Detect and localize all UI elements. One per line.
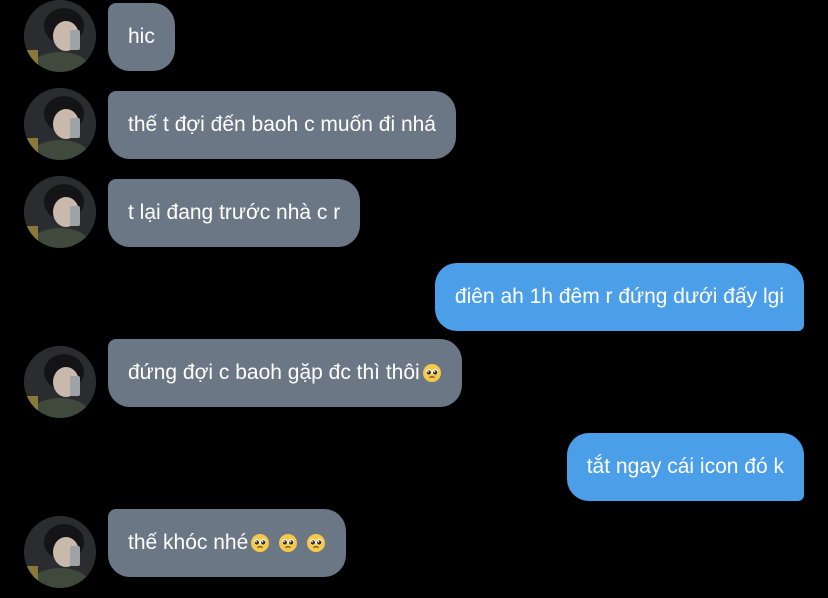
message-bubble[interactable]: thế t đợi đến baoh c muốn đi nhá — [108, 91, 456, 159]
pleading-face-icon — [250, 533, 270, 553]
avatar[interactable] — [24, 88, 96, 160]
pleading-face-icon — [422, 363, 442, 383]
message-text: thế khóc nhé — [128, 531, 249, 554]
message-text: hic — [128, 25, 155, 48]
message-bubble[interactable]: đứng đợi c baoh gặp đc thì thôi — [108, 339, 462, 407]
pleading-face-icon — [278, 533, 298, 553]
message-bubble[interactable]: hic — [108, 3, 175, 71]
message-text: thế t đợi đến baoh c muốn đi nhá — [128, 113, 436, 136]
message-text: điên ah 1h đêm r đứng dưới đấy lgi — [454, 285, 784, 308]
message-bubble[interactable]: thế khóc nhé — [108, 509, 347, 577]
avatar[interactable] — [24, 0, 96, 72]
avatar[interactable] — [24, 516, 96, 588]
message-text: t lại đang trước nhà c r — [128, 201, 341, 224]
chat-thread: hic thế t đợi đến baoh c muốn đi nhá t l… — [0, 0, 828, 598]
profile-photo-icon — [24, 346, 96, 418]
avatar[interactable] — [24, 346, 96, 418]
message-text: tắt ngay cái icon đó k — [586, 455, 784, 478]
pleading-face-icon — [306, 533, 326, 553]
message-text: đứng đợi c baoh gặp đc thì thôi — [128, 361, 420, 384]
message-bubble[interactable]: điên ah 1h đêm r đứng dưới đấy lgi — [434, 263, 804, 331]
message-bubble[interactable]: t lại đang trước nhà c r — [108, 179, 361, 247]
profile-photo-icon — [24, 0, 96, 72]
profile-photo-icon — [24, 176, 96, 248]
avatar[interactable] — [24, 176, 96, 248]
profile-photo-icon — [24, 516, 96, 588]
profile-photo-icon — [24, 88, 96, 160]
message-bubble[interactable]: tắt ngay cái icon đó k — [566, 433, 804, 501]
